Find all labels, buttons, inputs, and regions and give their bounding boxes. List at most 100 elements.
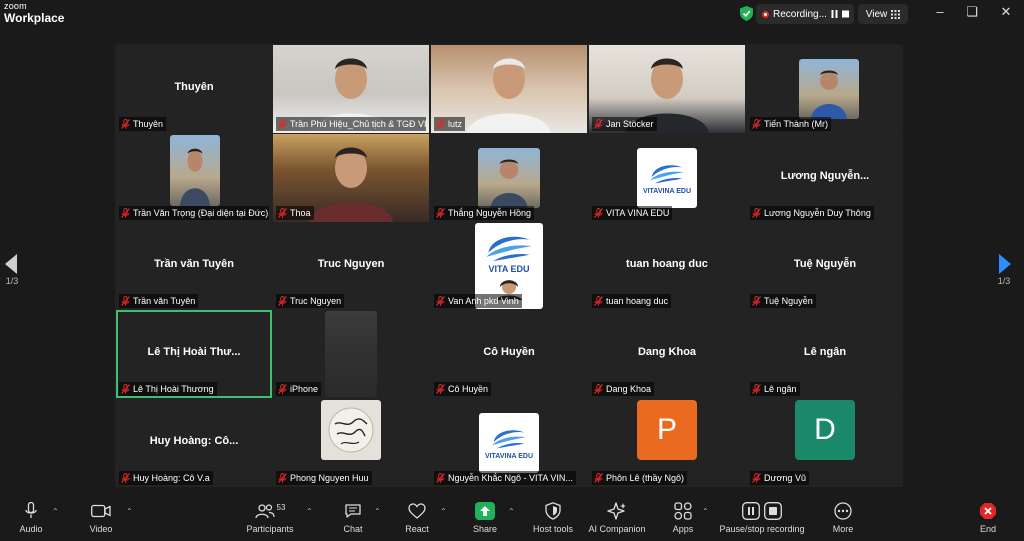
ai-companion-button[interactable]: AI Companion [586, 501, 648, 534]
participant-tile[interactable]: VITAVINA EDU VITA VINA EDU [589, 134, 745, 222]
app-logo-small: zoom [4, 1, 27, 11]
end-label: End [979, 524, 996, 534]
shield-icon[interactable] [740, 6, 753, 21]
microphone-icon [25, 502, 37, 518]
participant-display-name: Lê Thị Hoài Thư... [147, 346, 241, 358]
participant-tile[interactable]: VITAVINA EDU Nguyễn Khắc Ngô - VITA VIN..… [431, 399, 587, 487]
host-tools-button[interactable]: Host tools [528, 501, 578, 534]
participant-tile[interactable]: Thuyên Thuyên [116, 45, 272, 133]
share-screen-icon [475, 502, 495, 520]
minimize-icon[interactable]: – [930, 4, 950, 19]
pause-icon[interactable] [831, 10, 838, 18]
participant-tile[interactable]: VITA EDU Van Anh pkd Vinh [431, 222, 587, 310]
audio-button[interactable]: Audio [12, 501, 50, 534]
heart-icon [408, 503, 426, 519]
pause-stop-recording-button[interactable]: Pause/stop recording [716, 501, 808, 534]
participant-tile[interactable]: Thoa [273, 134, 429, 222]
close-icon[interactable]: ✕ [996, 4, 1016, 20]
participant-name: Lương Nguyễn Duy Thông [764, 208, 871, 218]
more-button[interactable]: More [826, 501, 860, 534]
pause-stop-recording-label: Pause/stop recording [719, 524, 805, 534]
participant-name-label: Lương Nguyễn Duy Thông [750, 206, 874, 220]
participant-tile[interactable]: D Dương Vũ [747, 399, 903, 487]
participant-tile[interactable]: Dang Khoa Dang Khoa [589, 310, 745, 398]
person-photo-icon [490, 159, 528, 208]
participant-tile[interactable]: Tiến Thành (Mr) [747, 45, 903, 133]
mic-off-icon [278, 473, 287, 483]
title-bar: zoom Workplace Recording... View – ❏ ✕ [0, 0, 1024, 28]
more-label: More [832, 524, 854, 534]
participant-tile[interactable]: Jan Stöcker [589, 45, 745, 133]
mic-off-icon [752, 384, 761, 394]
ai-companion-label: AI Companion [588, 524, 646, 534]
mic-off-icon [436, 296, 445, 306]
participant-tile[interactable]: Trần Phú Hiệu_Chủ tịch & TGĐ VI... [273, 45, 429, 133]
react-options-caret[interactable]: ⌃ [440, 507, 447, 516]
mic-off-icon [752, 119, 761, 129]
pause-circle-icon [742, 502, 760, 520]
participant-tile[interactable]: Lê ngân Lê ngân [747, 310, 903, 398]
restore-icon[interactable]: ❏ [962, 4, 982, 20]
participant-tile[interactable]: Trần Văn Trọng (Đại diện tại Đức) [116, 134, 272, 222]
apps-icon [674, 502, 692, 520]
mic-off-icon [594, 119, 603, 129]
participant-tile[interactable]: Trần văn Tuyên Trần văn Tuyên [116, 222, 272, 310]
video-options-caret[interactable]: ⌃ [126, 507, 133, 516]
participant-tile[interactable]: Truc Nguyen Truc Nguyen [273, 222, 429, 310]
participants-button[interactable]: 53 Participants [242, 501, 298, 535]
chat-options-caret[interactable]: ⌃ [374, 507, 381, 516]
participant-tile[interactable]: Lương Nguyễn... Lương Nguyễn Duy Thông [747, 134, 903, 222]
video-gallery: Thuyên Thuyên Trần Phú Hiệu_Chủ tịch & TGĐ… [115, 44, 903, 487]
mic-off-icon [436, 208, 445, 218]
participant-name: lutz [448, 119, 463, 129]
participant-tile[interactable]: Tuệ Nguyễn Tuệ Nguyễn [747, 222, 903, 310]
globe-logo-icon [650, 165, 684, 184]
participant-name: Jan Stöcker [606, 119, 654, 129]
chat-button[interactable]: Chat [336, 501, 370, 534]
host-shield-icon [545, 502, 561, 520]
participant-tile[interactable]: iPhone [273, 310, 429, 398]
view-button[interactable]: View [858, 4, 908, 24]
participant-name-label: lutz [434, 117, 466, 131]
sparkle-icon [607, 502, 626, 520]
mic-off-icon [752, 208, 761, 218]
participant-tile[interactable]: Cô Huyền Cô Huyền [431, 310, 587, 398]
mic-off-icon [121, 473, 130, 483]
end-meeting-button[interactable]: End [972, 501, 1004, 534]
participant-photo [799, 59, 859, 119]
participants-options-caret[interactable]: ⌃ [306, 507, 313, 516]
app-logo: zoom Workplace [4, 1, 64, 25]
camera-icon [91, 504, 111, 518]
chevron-left-icon[interactable] [5, 254, 19, 274]
recording-indicator[interactable]: Recording... [756, 4, 854, 24]
participant-display-name: Lê ngân [803, 346, 847, 358]
participant-tile[interactable]: Phong Nguyen Huu [273, 399, 429, 487]
mic-off-icon [121, 296, 130, 306]
participant-tile[interactable]: Lê Thị Hoài Thư... Lê Thị Hoài Thương [116, 310, 272, 398]
participant-tile[interactable]: Huy Hoàng: Cô... Huy Hoàng: Cô V.a [116, 399, 272, 487]
participant-tile[interactable]: lutz [431, 45, 587, 133]
participant-tile[interactable]: P Phôn Lê (thầy Ngô) [589, 399, 745, 487]
participant-name-label: tuan hoang duc [592, 294, 672, 308]
audio-options-caret[interactable]: ⌃ [52, 507, 59, 516]
avatar-letter: P [656, 413, 677, 446]
react-button[interactable]: React [400, 501, 434, 534]
participant-tile[interactable]: Thắng Nguyễn Hồng [431, 134, 587, 222]
participant-name-label: Truc Nguyen [276, 294, 345, 308]
participant-tile[interactable]: tuan hoang duc tuan hoang duc [589, 222, 745, 310]
participant-name: Truc Nguyen [290, 296, 342, 306]
apps-options-caret[interactable]: ⌃ [702, 507, 709, 516]
participant-display-name: Truc Nguyen [317, 258, 385, 270]
mic-off-icon [436, 384, 445, 394]
participant-name-label: Thắng Nguyễn Hồng [434, 206, 535, 220]
chevron-right-icon[interactable] [997, 254, 1011, 274]
next-page[interactable]: 1/3 [992, 254, 1016, 286]
participant-photo [478, 148, 540, 208]
participant-photo [321, 400, 381, 460]
video-button[interactable]: Video [82, 501, 120, 534]
apps-button[interactable]: Apps [668, 501, 698, 534]
share-button[interactable]: Share [468, 501, 502, 534]
prev-page[interactable]: 1/3 [0, 254, 24, 286]
share-options-caret[interactable]: ⌃ [508, 507, 515, 516]
stop-icon[interactable] [841, 10, 849, 18]
